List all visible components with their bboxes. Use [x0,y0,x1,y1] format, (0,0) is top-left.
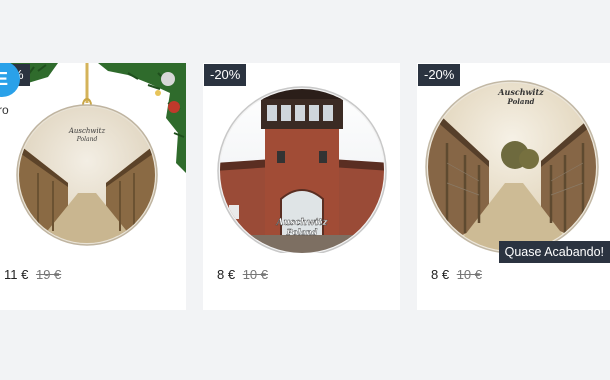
ornament-text-2b: Poland [286,227,318,237]
product-card-3[interactable]: Auschwitz Poland -20% Quase Acabando! 8 … [417,63,610,310]
price-row: 11 € 19 € [4,267,61,282]
discount-badge: -20% [418,64,461,86]
price-current: 8 € [431,267,450,282]
almost-sold-out-tag: Quase Acabando! [498,241,610,263]
price-old: 10 € [242,267,269,282]
ornament-christmas-image: Auschwitz Poland [0,63,186,246]
side-label: ro [0,103,9,117]
product-card-2[interactable]: Auschwitz Poland -20% 8 € 10 € [203,63,400,310]
price-row: 8 € 10 € [431,267,482,282]
price-old: 19 € [35,267,62,282]
product-image-1[interactable]: Auschwitz Poland [0,63,186,253]
ornament-text-3a: Auschwitz [497,87,544,97]
ornament-text-3b: Poland [507,97,535,106]
product-card-1[interactable]: Auschwitz Poland E % ro 11 € 19 € [0,63,186,310]
price-current: 11 € [4,267,29,282]
ornament-gate-image: Auschwitz Poland [217,86,387,253]
discount-badge: -20% [204,64,247,86]
ornament-fence-image: Auschwitz Poland [425,80,599,253]
price-row: 8 € 10 € [217,267,268,282]
ornament-text-1b: Poland [76,136,98,143]
product-image-2[interactable]: Auschwitz Poland [203,63,400,253]
price-current: 8 € [217,267,236,282]
product-image-3[interactable]: Auschwitz Poland [417,63,610,253]
price-old: 10 € [456,267,483,282]
ornament-text-1a: Auschwitz [68,127,106,135]
